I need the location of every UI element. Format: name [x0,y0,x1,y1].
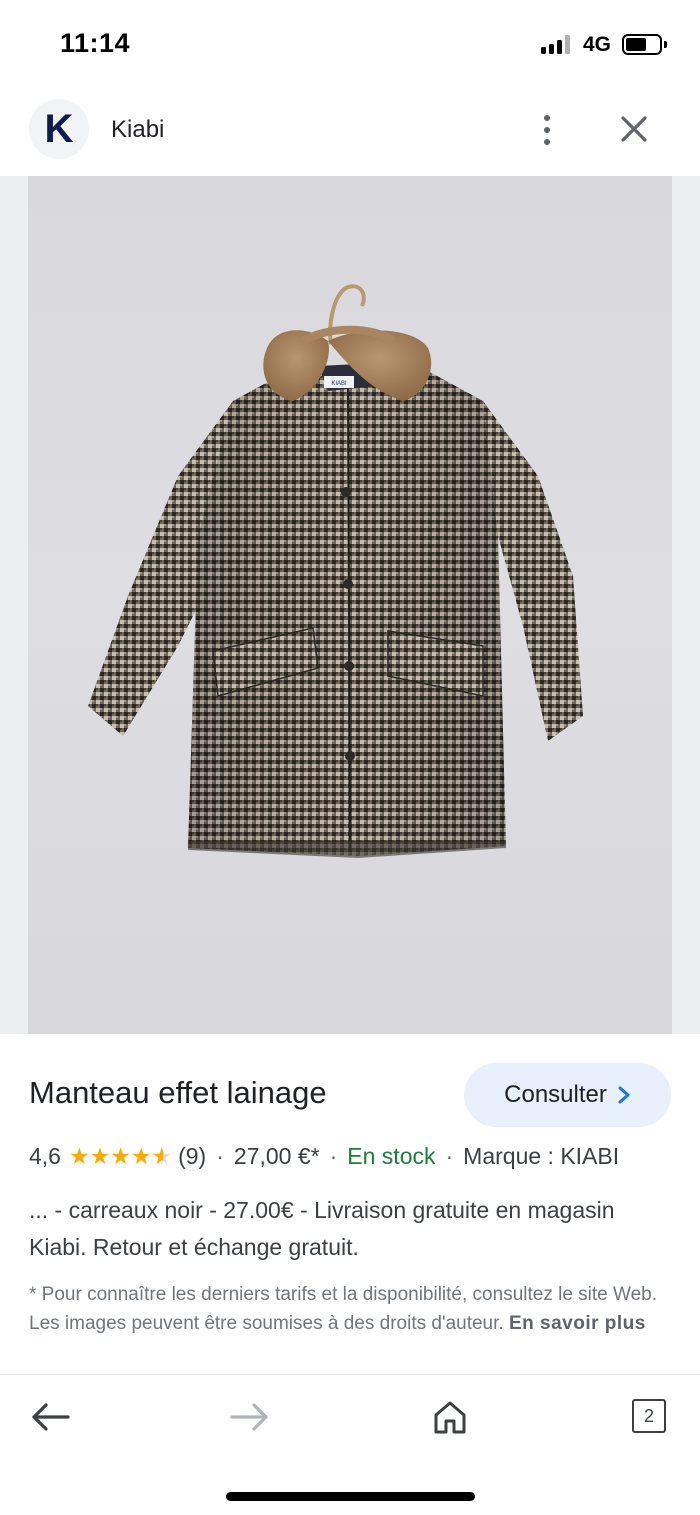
price: 27,00 €* [233,1143,320,1169]
star-icon: ★ [68,1143,90,1169]
site-logo: K [29,99,89,159]
logo-letter: K [44,106,74,151]
rating-value: 4,6 [29,1143,61,1169]
close-icon[interactable] [617,112,651,146]
product-title[interactable]: Manteau effet lainage [29,1075,327,1111]
consult-label: Consulter [504,1081,607,1108]
tabs-count: 2 [643,1405,654,1426]
site-header: K Kiabi [0,88,700,176]
coat-label: KIABI [331,381,347,387]
battery-level [626,38,646,51]
rating-stars: ★ ★ ★ ★ ★ [68,1143,172,1169]
home-indicator[interactable] [226,1492,475,1501]
separator: · [329,1143,338,1169]
chevron-right-icon [618,1086,630,1104]
product-description: ... - carreaux noir - 27.00€ - Livraison… [29,1197,615,1260]
image-frame: KIABI [0,176,700,1034]
bottom-toolbar: 2 [0,1374,700,1515]
separator: · [445,1143,454,1169]
brand: Marque : KIABI [463,1143,620,1169]
stock-status: En stock [347,1143,436,1169]
half-star-icon: ★ [151,1145,172,1169]
battery-tip [664,41,667,48]
forward-arrow-icon[interactable] [228,1395,272,1439]
battery-icon [622,34,662,55]
tabs-icon[interactable]: 2 [632,1399,666,1433]
signal-icon [541,35,573,54]
product-meta: 4,6 ★ ★ ★ ★ ★ (9) · 27,00 €* · En stock … [29,1143,619,1170]
separator: · [216,1143,224,1169]
star-icon: ★ [110,1143,131,1169]
status-bar: 11:14 4G [0,0,700,88]
status-time: 11:14 [60,28,131,58]
back-arrow-icon[interactable] [28,1395,72,1439]
learn-more-link[interactable]: En savoir plus [509,1313,646,1334]
star-icon: ★ [130,1143,152,1169]
consult-button[interactable]: Consulter [464,1063,671,1127]
review-count[interactable]: (9) [178,1143,206,1170]
network-label: 4G [583,33,612,56]
product-image[interactable]: KIABI [28,176,672,1034]
site-name: Kiabi [111,116,165,143]
home-icon[interactable] [428,1395,472,1439]
more-vert-icon[interactable] [532,112,562,148]
disclaimer: * Pour connaître les derniers tarifs et … [29,1280,669,1338]
star-icon: ★ [89,1143,111,1169]
